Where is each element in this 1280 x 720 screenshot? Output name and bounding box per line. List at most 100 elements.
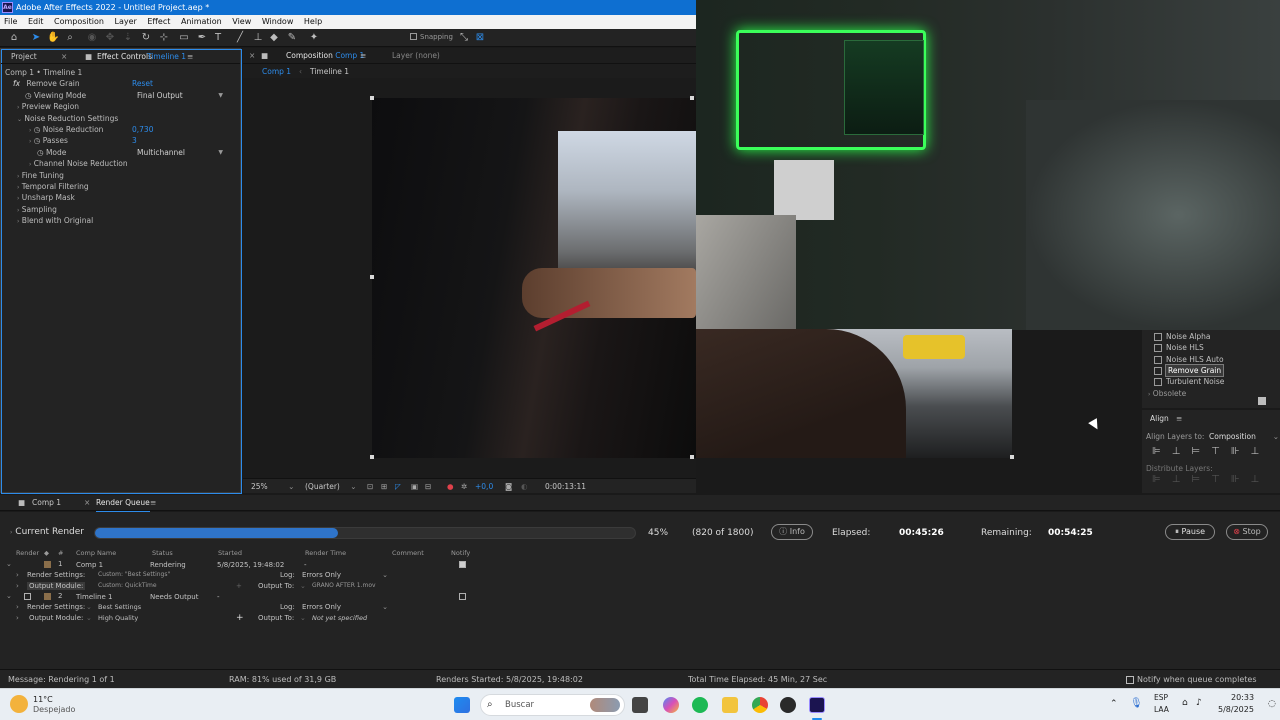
rotate-tool-icon[interactable]: ↻	[140, 32, 152, 44]
output-module-value[interactable]: Custom: QuickTime	[98, 582, 157, 589]
add-output-icon[interactable]: +	[236, 613, 244, 623]
noise-reduction-value[interactable]: 0,730	[132, 124, 153, 135]
task-view-icon[interactable]	[632, 697, 648, 713]
close-icon[interactable]: ×	[84, 495, 90, 511]
notifications-icon[interactable]: ◌	[1268, 699, 1276, 709]
passes-value[interactable]: 3	[132, 135, 137, 146]
chevron-down-icon[interactable]: ⌄	[6, 592, 12, 600]
menu-layer[interactable]: Layer	[115, 17, 137, 26]
current-time[interactable]: 0:00:13:11	[545, 479, 586, 494]
show-snapshot-icon[interactable]: ◐	[521, 479, 528, 494]
log-dropdown[interactable]: Errors Only ⌄	[302, 571, 388, 579]
current-render-toggle[interactable]: › Current Render	[10, 527, 84, 537]
item-comp-name[interactable]: Timeline 1	[76, 593, 112, 601]
new-folder-icon[interactable]	[1258, 397, 1266, 405]
header-started[interactable]: Started	[218, 549, 242, 557]
menu-file[interactable]: File	[4, 17, 17, 26]
blend-with-original-group[interactable]: › Blend with Original	[17, 215, 93, 226]
layer-handle[interactable]	[690, 96, 694, 100]
tab-layer[interactable]: Layer (none)	[392, 48, 440, 64]
info-button[interactable]: ⓘ Info	[771, 524, 813, 540]
close-icon[interactable]: ×	[61, 49, 67, 64]
copilot-icon[interactable]	[663, 697, 679, 713]
effect-header[interactable]: fx Remove Grain	[13, 78, 80, 89]
header-comment[interactable]: Comment	[392, 549, 424, 557]
add-output-icon[interactable]: +	[236, 582, 242, 590]
guides-icon[interactable]: ▣	[411, 479, 418, 494]
header-notify[interactable]: Notify	[451, 549, 470, 557]
type-tool-icon[interactable]: T	[212, 32, 224, 44]
language-code[interactable]: ESP	[1154, 693, 1168, 702]
menu-effect[interactable]: Effect	[147, 17, 170, 26]
viewing-mode-dropdown[interactable]: Final Output ▼	[137, 91, 223, 101]
weather-temp[interactable]: 11°C	[33, 695, 53, 704]
chevron-right-icon[interactable]: ›	[16, 614, 19, 622]
zoom-dropdown[interactable]: 25% ⌄	[251, 479, 294, 494]
output-to-value[interactable]: GRANO AFTER 1.mov	[312, 582, 376, 589]
align-layers-to-dropdown[interactable]: Composition ⌄	[1209, 432, 1279, 441]
volume-icon[interactable]: ♪	[1196, 698, 1202, 708]
notify-checkbox[interactable]	[459, 561, 466, 568]
layer-handle[interactable]	[370, 96, 374, 100]
output-to-value[interactable]: Not yet specified	[312, 614, 367, 622]
app-icon[interactable]	[780, 697, 796, 713]
tab-render-queue[interactable]: Render Queue	[96, 495, 150, 512]
temporal-filtering-group[interactable]: › Temporal Filtering	[17, 181, 89, 192]
chevron-down-icon[interactable]: ⌄	[6, 560, 12, 568]
tab-comp-timeline[interactable]: Comp 1	[32, 495, 61, 511]
distribute-buttons[interactable]: ⊫⊥⊨⊤⊪⊥	[1152, 474, 1270, 485]
header-comp-name[interactable]: Comp Name	[76, 549, 116, 557]
anchor-tool-icon[interactable]: ⊹	[158, 32, 170, 44]
close-icon[interactable]: ×	[249, 48, 255, 64]
home-icon[interactable]: ⌂	[8, 32, 20, 44]
noise-reduction-settings-group[interactable]: ⌄ Noise Reduction Settings	[17, 113, 118, 124]
chevron-right-icon[interactable]: ›	[29, 127, 31, 134]
chevron-right-icon[interactable]: ›	[29, 138, 31, 145]
exposure-reset-icon[interactable]: ✲	[461, 479, 467, 494]
weather-desc[interactable]: Despejado	[33, 705, 75, 714]
network-icon[interactable]: ⌂	[1182, 698, 1188, 708]
unsharp-mask-group[interactable]: › Unsharp Mask	[17, 192, 75, 203]
orbit-tool-icon[interactable]: ◉	[86, 32, 98, 44]
stopwatch-icon[interactable]: ◷	[34, 136, 41, 145]
pause-button[interactable]: ⏸ Pause	[1165, 524, 1215, 540]
taskbar-search-box[interactable]: ⌕ Buscar	[480, 694, 625, 716]
file-explorer-icon[interactable]	[722, 697, 738, 713]
region-of-interest-icon[interactable]: ⊡	[367, 479, 373, 494]
weather-icon[interactable]	[10, 695, 28, 713]
mask-visibility-icon[interactable]: ◸	[395, 479, 401, 494]
chevron-down-icon[interactable]: ⌄	[300, 614, 306, 622]
effect-noise-alpha[interactable]: Noise Alpha	[1154, 331, 1211, 342]
label-icon[interactable]: ◆	[44, 549, 49, 557]
exposure-value[interactable]: +0,0	[475, 479, 493, 494]
lock-icon[interactable]: ■	[261, 48, 268, 64]
transparency-grid-icon[interactable]: ⊞	[381, 479, 387, 494]
notify-checkbox[interactable]	[459, 593, 466, 600]
spotify-icon[interactable]	[692, 697, 708, 713]
subtab-comp[interactable]: Comp 1	[262, 65, 292, 79]
channel-noise-reduction-group[interactable]: › Channel Noise Reduction	[29, 158, 128, 169]
zoom-tool-icon[interactable]: ⌕	[64, 32, 76, 44]
3d-view-icon[interactable]: ⊟	[425, 479, 431, 494]
output-module-value[interactable]: High Quality	[98, 614, 138, 622]
pan-tool-icon[interactable]: ✥	[104, 32, 116, 44]
menu-edit[interactable]: Edit	[28, 17, 44, 26]
tab-effect-controls[interactable]: Effect Controls	[97, 49, 152, 64]
reset-link[interactable]: Reset	[132, 78, 153, 89]
menu-window[interactable]: Window	[262, 17, 294, 26]
selection-tool-icon[interactable]: ➤	[30, 32, 42, 44]
roto-brush-tool-icon[interactable]: ✎	[286, 32, 298, 44]
chevron-right-icon[interactable]: ›	[16, 571, 19, 579]
stopwatch-icon[interactable]: ◷	[37, 148, 44, 157]
render-settings-value[interactable]: Custom: "Best Settings"	[98, 571, 170, 578]
snap-features-icon[interactable]: ⊠	[474, 32, 486, 44]
stopwatch-icon[interactable]: ◷	[25, 91, 32, 100]
tab-composition[interactable]: Composition Comp 1	[286, 48, 364, 64]
stopwatch-icon[interactable]: ◷	[34, 125, 41, 134]
header-render[interactable]: Render	[16, 549, 39, 557]
menu-animation[interactable]: Animation	[181, 17, 222, 26]
panel-menu-icon[interactable]: ≡	[1176, 414, 1182, 423]
chrome-icon[interactable]	[752, 697, 768, 713]
header-render-time[interactable]: Render Time	[305, 549, 346, 557]
chevron-down-icon[interactable]: ⌄	[300, 582, 306, 590]
